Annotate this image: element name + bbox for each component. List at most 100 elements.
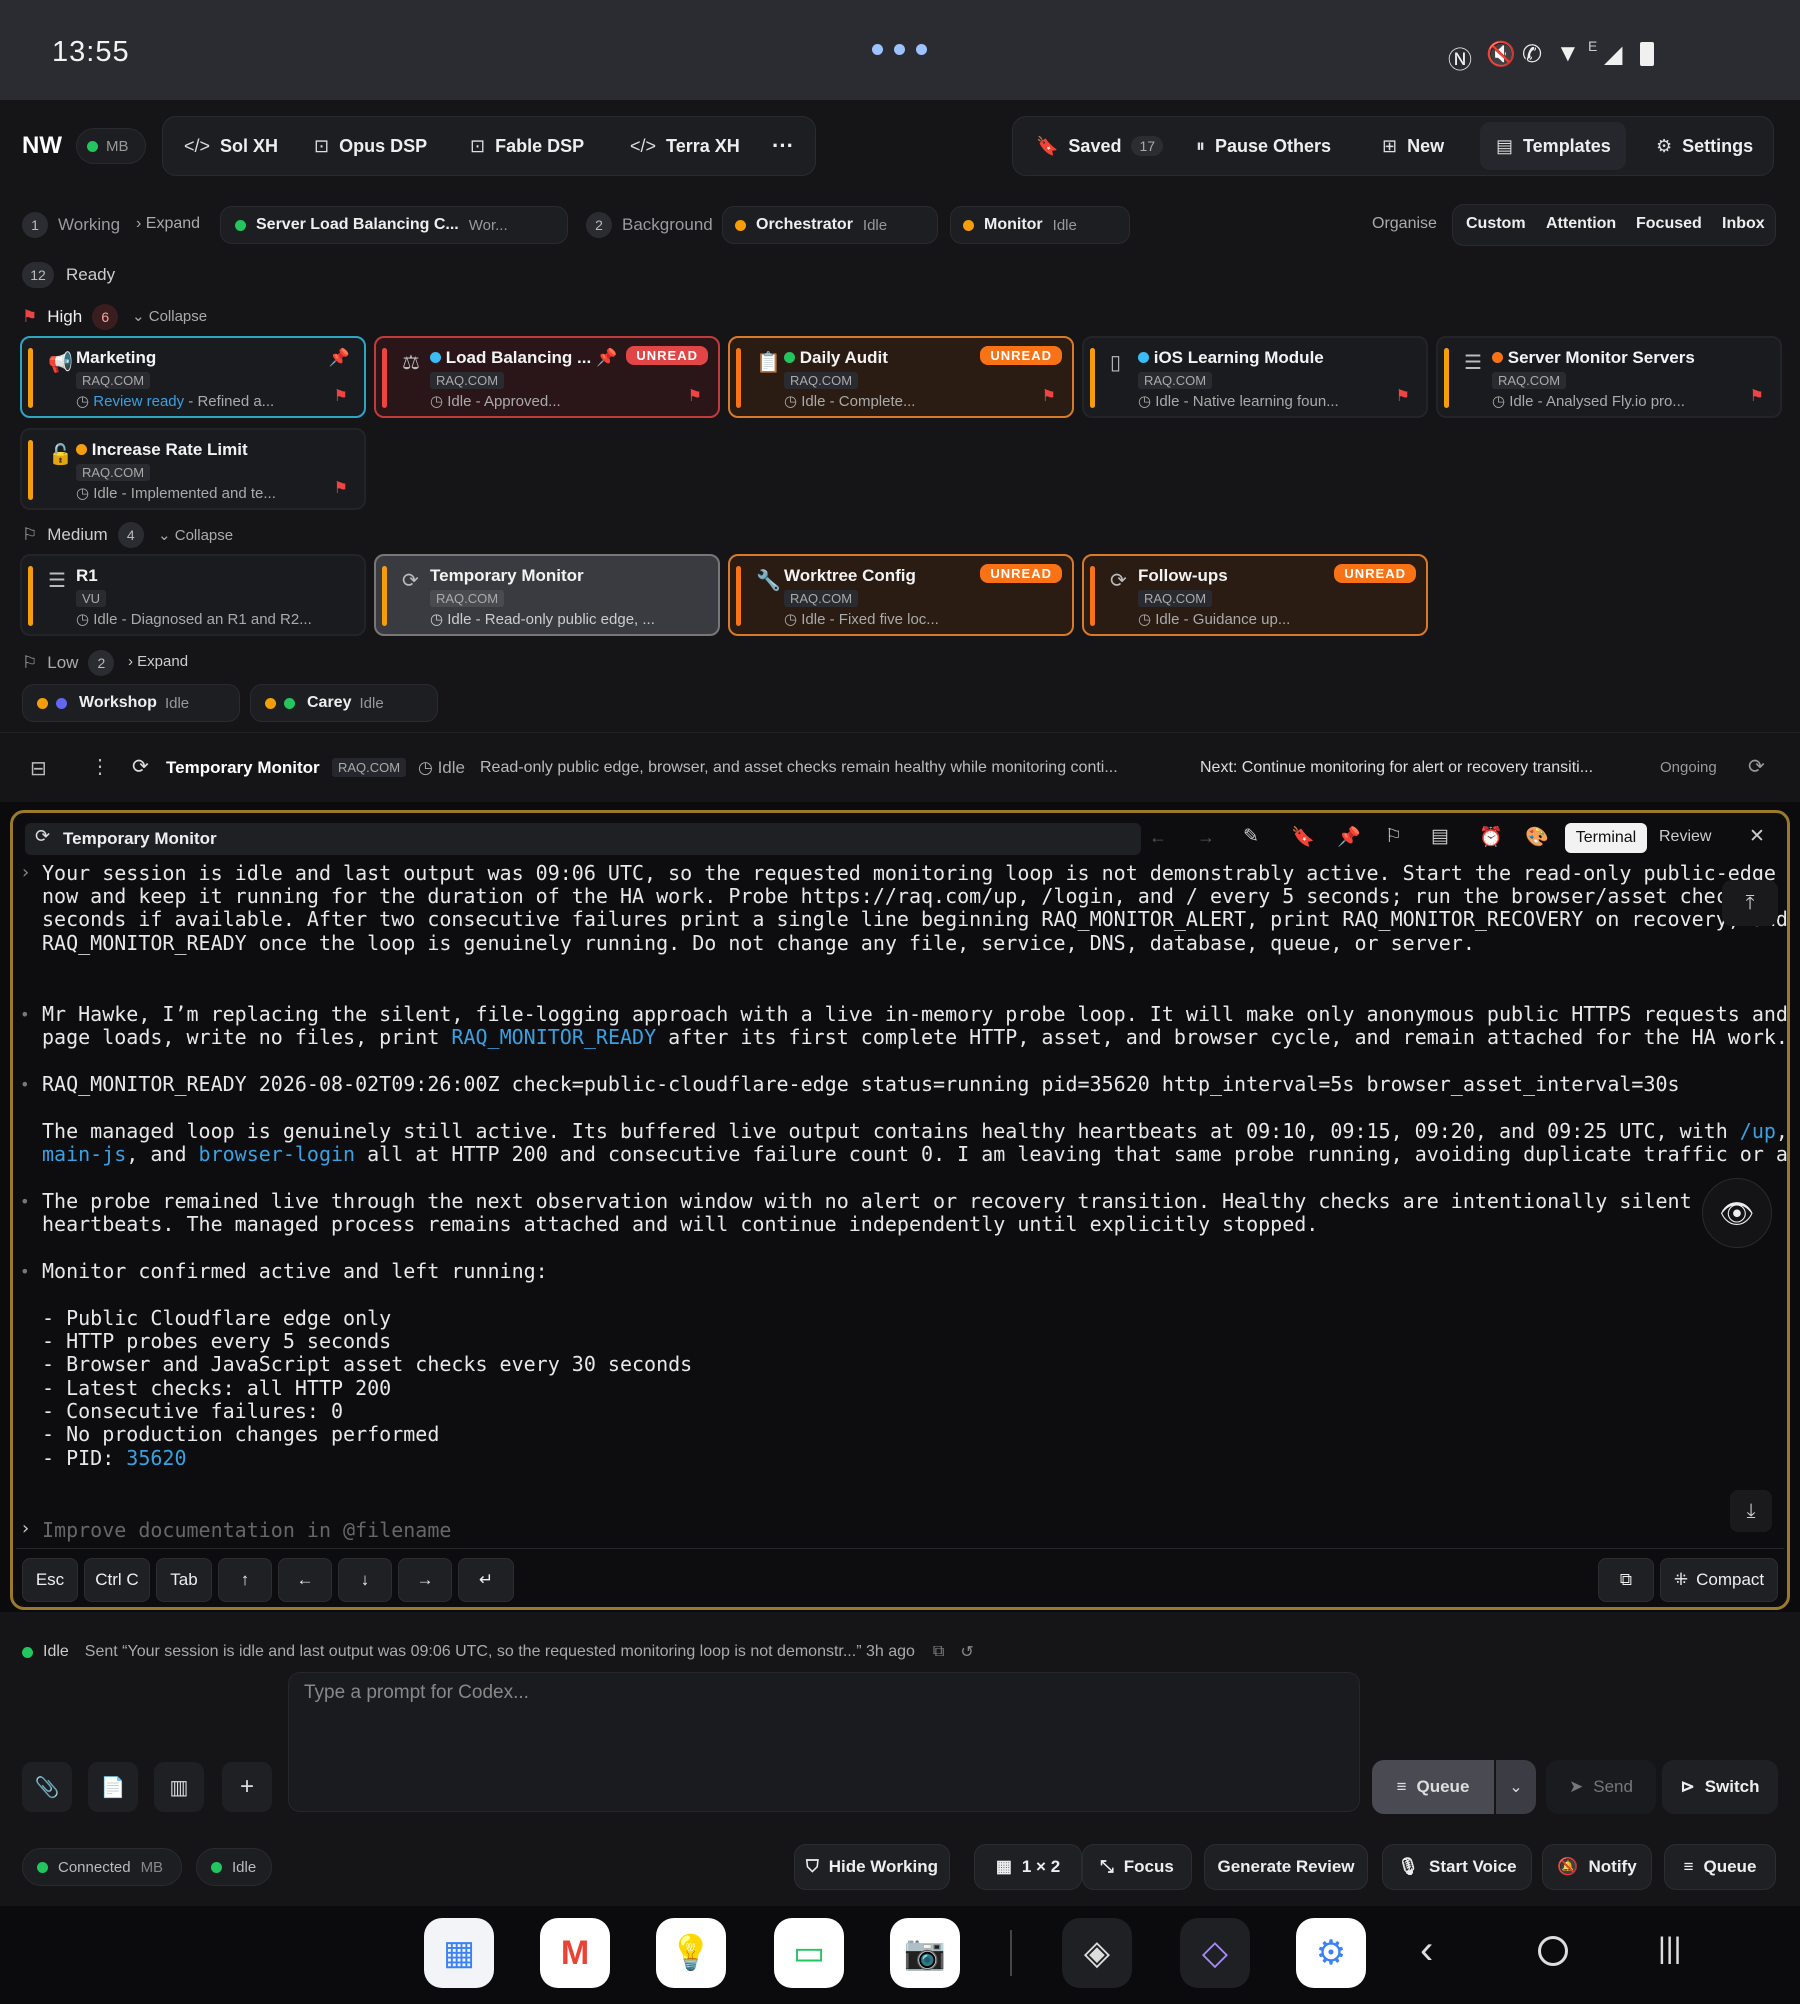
tab-sol-xh[interactable]: </> Sol XH (184, 116, 278, 176)
eye-icon[interactable]: 👁 (1702, 1178, 1772, 1248)
card-r1[interactable]: ☰ R1 VU ◷ Idle - Diagnosed an R1 and R2.… (20, 554, 366, 636)
sync-icon[interactable]: ⟳ (1748, 754, 1765, 779)
session-chip-monitor[interactable]: Monitor Idle (950, 206, 1130, 244)
card-ios-learning[interactable]: ▯ iOS Learning Module RAQ.COM ◷ Idle - N… (1082, 336, 1428, 418)
new-button[interactable]: ⊞ New (1382, 116, 1444, 176)
view-focused[interactable]: Focused (1636, 215, 1702, 233)
card-worktree-config[interactable]: 🔧 Worktree Config RAQ.COM ◷ Idle - Fixed… (728, 554, 1074, 636)
lightbulb-icon[interactable]: 💡 (656, 1918, 726, 1988)
copy-icon[interactable]: ⧉ (1598, 1558, 1654, 1602)
working-filter[interactable]: 1 Working (22, 212, 120, 238)
terminal-input[interactable]: Improve documentation in @filename (42, 1518, 451, 1542)
bookmark-icon[interactable]: 🔖 (1291, 825, 1315, 849)
layout-button[interactable]: ▦ 1 × 2 (974, 1844, 1082, 1890)
key-esc-button[interactable]: Esc (22, 1558, 78, 1602)
expand-working-button[interactable]: › Expand (136, 215, 200, 233)
attach-icon[interactable]: 📎 (22, 1762, 72, 1812)
settings-button[interactable]: ⚙ Settings (1656, 116, 1753, 176)
card-increase-rate-limit[interactable]: 🔓 Increase Rate Limit RAQ.COM ◷ Idle - I… (20, 428, 366, 510)
queue-button[interactable]: ≡ Queue (1372, 1760, 1494, 1814)
view-custom[interactable]: Custom (1466, 215, 1526, 233)
copy-icon[interactable]: ⧉ (933, 1643, 944, 1661)
home-nav-icon[interactable] (1538, 1936, 1568, 1966)
pin-icon[interactable]: 📌 (1337, 825, 1361, 849)
collapse-high-button[interactable]: ⌄ Collapse (132, 307, 207, 325)
switch-button[interactable]: ⊳ Switch (1662, 1760, 1778, 1814)
camera-icon[interactable]: 📷 (890, 1918, 960, 1988)
pin-icon[interactable]: 📌 (329, 348, 350, 368)
key-enter-button[interactable]: ↵ (458, 1558, 514, 1602)
session-chip-orchestrator[interactable]: Orchestrator Idle (722, 206, 938, 244)
flag-icon[interactable]: ⚑ (1042, 386, 1056, 406)
scroll-bottom-button[interactable]: ⤓ (1730, 1490, 1772, 1532)
arrow-left-icon[interactable]: ← (1149, 827, 1167, 848)
collapse-medium-button[interactable]: ⌄ Collapse (158, 526, 233, 544)
card-follow-ups[interactable]: ⟳ Follow-ups RAQ.COM ◷ Idle - Guidance u… (1082, 554, 1428, 636)
card-server-monitor[interactable]: ☰ Server Monitor Servers RAQ.COM ◷ Idle … (1436, 336, 1782, 418)
flag-icon[interactable]: ⚑ (334, 478, 348, 498)
terminal-link[interactable]: main-js (42, 1142, 126, 1166)
card-load-balancing[interactable]: ⚖ Load Balancing ... 📌 RAQ.COM ◷ Idle - … (374, 336, 720, 418)
flag-icon[interactable]: ⚑ (1396, 386, 1410, 406)
start-voice-button[interactable]: 🎙 Start Voice (1382, 1844, 1532, 1890)
gmail-icon[interactable]: M (540, 1918, 610, 1988)
saved-button[interactable]: 🔖 Saved 17 (1036, 116, 1164, 176)
card-daily-audit[interactable]: 📋 Daily Audit RAQ.COM ◷ Idle - Complete.… (728, 336, 1074, 418)
queue-dropdown-chevron-icon[interactable]: ⌄ (1496, 1760, 1536, 1814)
send-button[interactable]: ➤ Send (1546, 1760, 1656, 1814)
focus-button[interactable]: ⤡ Focus (1082, 1844, 1192, 1890)
tab-review[interactable]: Review (1659, 828, 1711, 846)
add-icon[interactable]: + (222, 1762, 272, 1812)
library-icon[interactable]: ▥ (154, 1762, 204, 1812)
recents-nav-icon[interactable]: ||| (1658, 1932, 1681, 1966)
key-left-button[interactable]: ← (278, 1558, 332, 1602)
arrow-right-icon[interactable]: → (1197, 827, 1215, 848)
alarm-icon[interactable]: ⏰ (1479, 825, 1503, 849)
card-marketing[interactable]: 📢 Marketing RAQ.COM ◷ Review ready - Ref… (20, 336, 366, 418)
key-right-button[interactable]: → (398, 1558, 452, 1602)
app-drawer-icon[interactable]: ▦ (424, 1918, 494, 1988)
view-attention[interactable]: Attention (1546, 215, 1616, 233)
tab-terra-xh[interactable]: </> Terra XH (630, 116, 740, 176)
pin-icon[interactable]: 📌 (596, 348, 617, 367)
key-tab-button[interactable]: Tab (156, 1558, 212, 1602)
panel-toggle-icon[interactable]: ⊟ (30, 756, 47, 781)
expand-low-button[interactable]: › Expand (128, 653, 188, 670)
templates-button[interactable]: ▤ Templates (1496, 116, 1611, 176)
key-ctrl-c-button[interactable]: Ctrl C (84, 1558, 150, 1602)
shortcuts-icon[interactable]: ◇ (1180, 1918, 1250, 1988)
pencil-icon[interactable]: ✎ (1243, 825, 1259, 848)
flag-icon[interactable]: ⚑ (1750, 386, 1764, 406)
terminal-link[interactable]: browser-login (199, 1142, 356, 1166)
generate-review-button[interactable]: Generate Review (1204, 1844, 1368, 1890)
wallet-icon[interactable]: ▭ (774, 1918, 844, 1988)
palette-icon[interactable]: 🎨 (1525, 825, 1549, 849)
close-icon[interactable]: ✕ (1749, 825, 1765, 848)
flag-icon[interactable]: ⚐ (1385, 825, 1402, 848)
session-chip-server-load[interactable]: Server Load Balancing C... Wor... (220, 206, 568, 244)
key-up-button[interactable]: ↑ (218, 1558, 272, 1602)
tab-fable-dsp[interactable]: ⊡ Fable DSP (470, 116, 584, 176)
terminal-link[interactable]: /up (1740, 1119, 1776, 1143)
terminal-link[interactable]: RAQ_MONITOR_READY (451, 1025, 656, 1049)
settings-app-icon[interactable]: ⚙ (1296, 1918, 1366, 1988)
flag-icon[interactable]: ⚑ (334, 386, 348, 406)
more-vert-icon[interactable]: ⋮ (90, 754, 110, 779)
layers-icon[interactable]: ◈ (1062, 1918, 1132, 1988)
low-item-carey[interactable]: Carey Idle (250, 684, 438, 722)
document-icon[interactable]: 📄 (88, 1762, 138, 1812)
key-down-button[interactable]: ↓ (338, 1558, 392, 1602)
history-icon[interactable]: ↺ (960, 1642, 973, 1662)
pause-others-button[interactable]: ⏸ Pause Others (1196, 116, 1331, 176)
more-tabs-button[interactable]: ··· (772, 116, 794, 176)
notify-button[interactable]: 🔕 Notify (1542, 1844, 1652, 1890)
tab-opus-dsp[interactable]: ⊡ Opus DSP (314, 116, 427, 176)
notes-icon[interactable]: ▤ (1431, 825, 1449, 848)
low-item-workshop[interactable]: Workshop Idle (22, 684, 240, 722)
hide-working-button[interactable]: ⛉ Hide Working (794, 1844, 950, 1890)
back-nav-icon[interactable]: ‹ (1420, 1928, 1433, 1973)
terminal-link[interactable]: 35620 (126, 1446, 186, 1470)
view-inbox[interactable]: Inbox (1722, 215, 1765, 233)
queue-footer-button[interactable]: ≡ Queue (1664, 1844, 1776, 1890)
compact-button[interactable]: ⁜ Compact (1660, 1558, 1778, 1602)
